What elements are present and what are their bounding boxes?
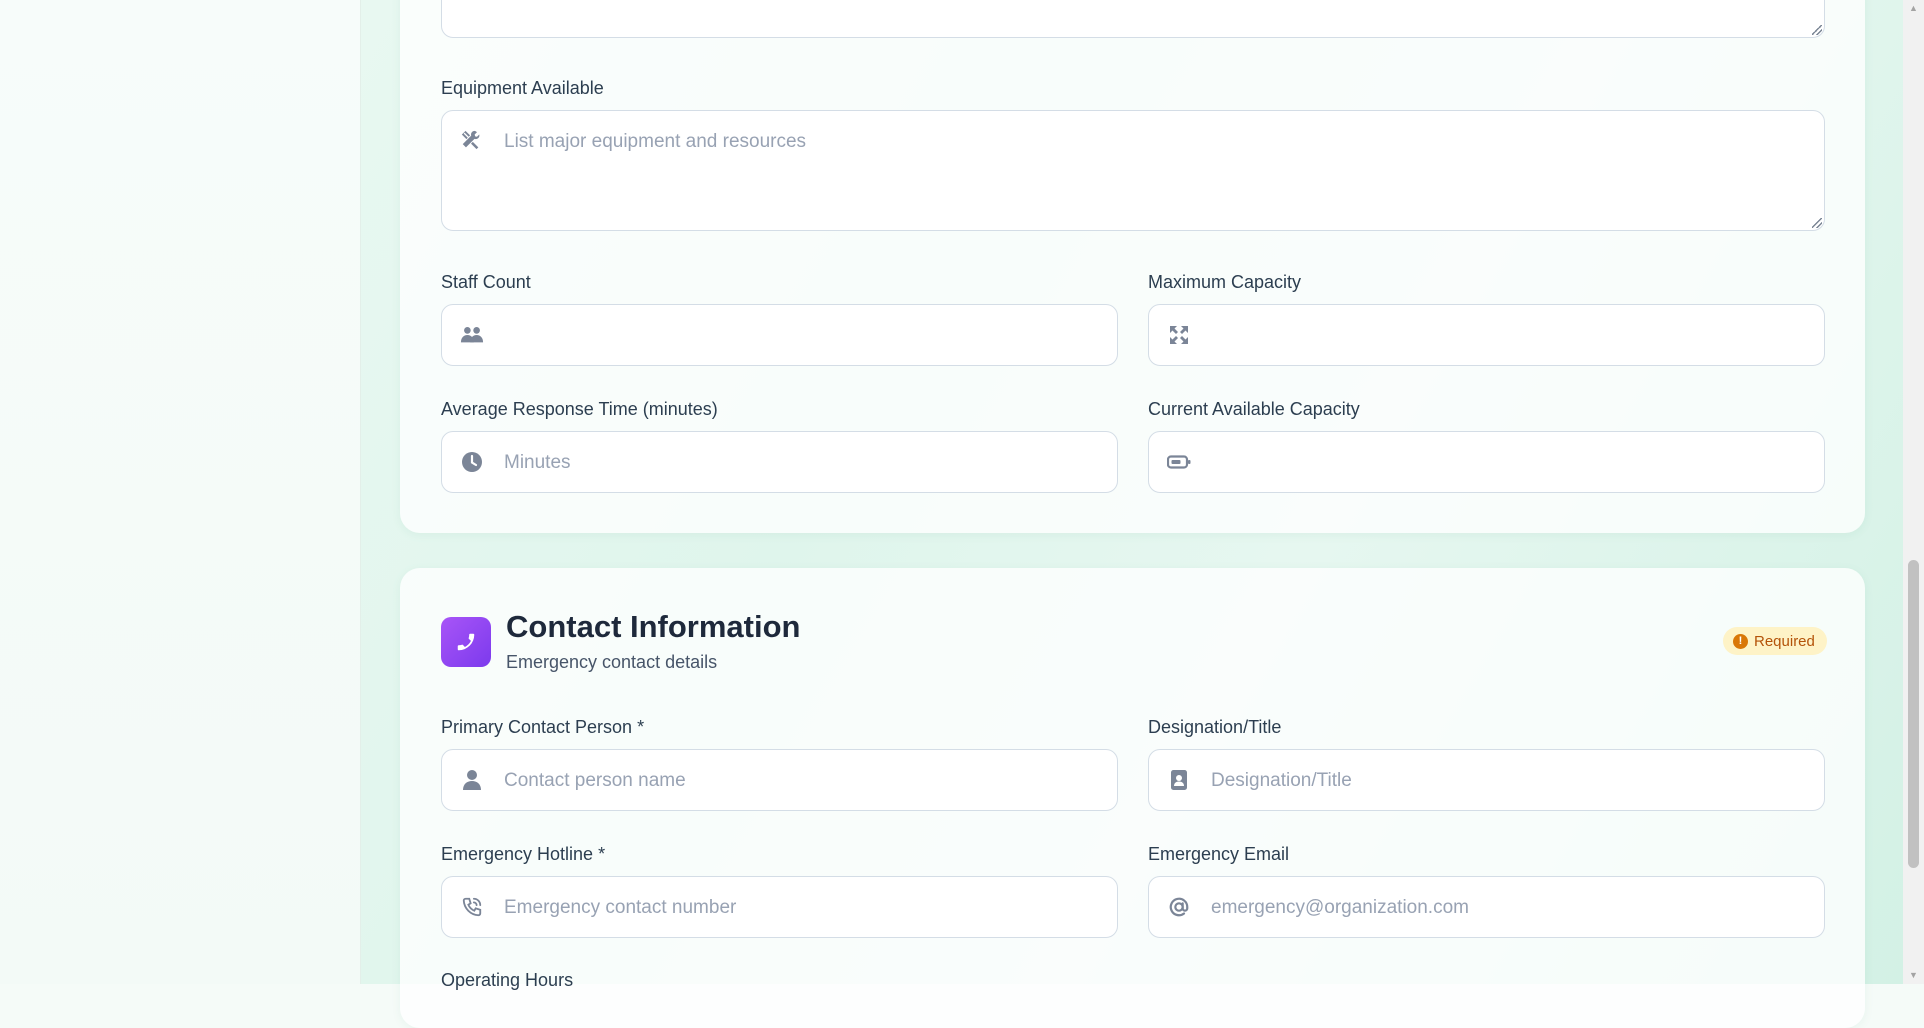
hotline-field[interactable] <box>441 876 1118 939</box>
max-capacity-input[interactable] <box>1209 305 1808 367</box>
scroll-down-arrow[interactable]: ▼ <box>1903 967 1924 984</box>
at-icon <box>1167 895 1191 919</box>
id-badge-icon <box>1167 768 1191 792</box>
equipment-textarea[interactable] <box>441 110 1825 231</box>
current-capacity-input[interactable] <box>1209 432 1808 494</box>
equipment-input[interactable] <box>502 129 1808 218</box>
primary-contact-label: Primary Contact Person * <box>441 717 645 737</box>
phone-icon <box>441 617 491 667</box>
email-field[interactable] <box>1148 876 1825 939</box>
primary-contact-field[interactable] <box>441 749 1118 812</box>
battery-icon <box>1167 450 1191 474</box>
left-sidebar-area <box>0 0 360 984</box>
scroll-thumb[interactable] <box>1908 560 1919 868</box>
staff-count-label: Staff Count <box>441 272 531 292</box>
staff-count-input[interactable] <box>502 305 1101 367</box>
expand-arrows-icon <box>1167 323 1191 347</box>
required-badge-label: Required <box>1754 632 1815 650</box>
clock-icon <box>460 450 484 474</box>
hotline-label: Emergency Hotline * <box>441 844 606 864</box>
alert-icon: ! <box>1733 633 1748 649</box>
users-icon <box>460 323 484 347</box>
max-capacity-field[interactable] <box>1148 304 1825 367</box>
resize-grip[interactable] <box>1812 25 1822 35</box>
required-badge: ! Required <box>1723 627 1827 655</box>
resize-grip[interactable] <box>1812 218 1822 228</box>
scrollbar[interactable]: ▲ ▼ <box>1903 0 1924 984</box>
designation-label: Designation/Title <box>1148 717 1282 737</box>
avg-response-label: Average Response Time (minutes) <box>441 399 718 419</box>
user-icon <box>460 768 484 792</box>
avg-response-input[interactable] <box>502 432 1101 494</box>
phone-volume-icon <box>460 895 484 919</box>
max-capacity-label: Maximum Capacity <box>1148 272 1302 292</box>
current-capacity-label: Current Available Capacity <box>1148 399 1360 419</box>
designation-input[interactable] <box>1209 750 1808 812</box>
equipment-label: Equipment Available <box>441 78 604 98</box>
staff-count-field[interactable] <box>441 304 1118 367</box>
current-capacity-field[interactable] <box>1148 431 1825 494</box>
email-input[interactable] <box>1209 877 1808 939</box>
designation-field[interactable] <box>1148 749 1825 812</box>
section-subtitle: Emergency contact details <box>506 652 718 672</box>
hotline-input[interactable] <box>502 877 1101 939</box>
avg-response-field[interactable] <box>441 431 1118 494</box>
tools-icon <box>460 129 484 153</box>
primary-contact-input[interactable] <box>502 750 1101 812</box>
previous-textarea[interactable] <box>441 0 1825 38</box>
section-title: Contact Information <box>506 609 801 644</box>
operating-hours-label: Operating Hours <box>441 970 574 990</box>
email-label: Emergency Email <box>1148 844 1290 864</box>
scroll-up-arrow[interactable]: ▲ <box>1903 0 1924 17</box>
